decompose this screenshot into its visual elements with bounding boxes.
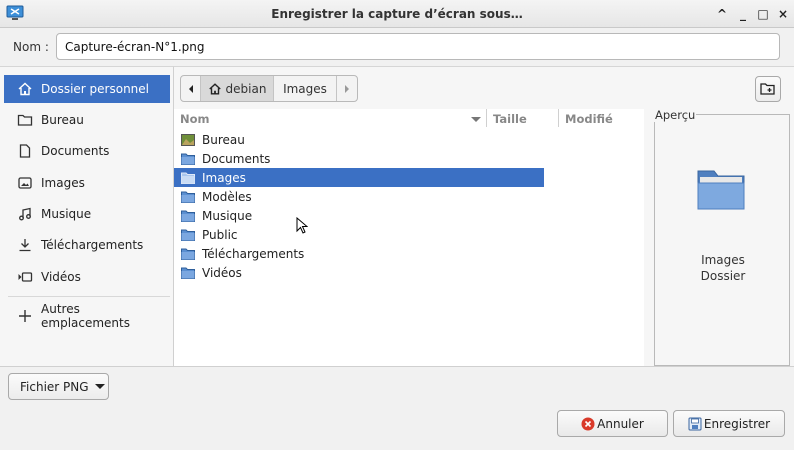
column-divider: [558, 109, 559, 127]
column-header-name[interactable]: Nom: [180, 109, 210, 129]
folder-icon: [181, 172, 195, 184]
save-icon: [688, 417, 702, 430]
sidebar-separator: [8, 296, 170, 297]
file-row-videos[interactable]: Vidéos: [174, 263, 544, 282]
new-folder-icon: [760, 83, 775, 95]
sidebar-item-videos[interactable]: Vidéos: [4, 263, 170, 291]
sidebar-item-documents[interactable]: Documents: [4, 137, 170, 165]
file-name: Public: [202, 227, 238, 242]
dialog-footer: Fichier PNG Annuler Enregistrer: [0, 366, 794, 450]
path-segment-label: debian: [225, 81, 267, 96]
plus-icon: [19, 310, 31, 322]
window-title: Enregistrer la capture d’écran sous…: [271, 7, 523, 21]
column-header-modified[interactable]: Modifié: [565, 109, 613, 129]
preview-filetype: Dossier: [700, 269, 746, 283]
sidebar-item-label: Documents: [41, 144, 110, 158]
chevron-left-icon: [188, 84, 193, 93]
file-row-public[interactable]: Public: [174, 225, 544, 244]
cancel-button[interactable]: Annuler: [557, 410, 668, 437]
save-button[interactable]: Enregistrer: [673, 410, 785, 437]
preview-filename: Images: [701, 253, 745, 267]
download-icon: [19, 239, 31, 252]
preview-panel: Images Dossier: [654, 114, 790, 366]
save-label: Enregistrer: [703, 416, 771, 431]
folder-icon: [181, 229, 195, 241]
file-row-bureau[interactable]: Bureau: [174, 130, 544, 149]
sidebar-item-musique[interactable]: Musique: [4, 200, 170, 228]
path-segment-home[interactable]: debian: [201, 76, 274, 101]
folder-icon: [17, 114, 33, 126]
file-name: Documents: [202, 151, 271, 166]
sidebar-item-label: Musique: [41, 207, 92, 221]
name-label: Nom :: [13, 40, 49, 54]
sidebar-item-home[interactable]: Dossier personnel: [4, 75, 170, 103]
file-type-filter[interactable]: Fichier PNG: [8, 373, 109, 400]
close-button[interactable]: ×: [774, 5, 792, 23]
preview-label: Aperçu: [654, 108, 697, 122]
document-icon: [19, 144, 31, 158]
path-back-button[interactable]: [181, 76, 201, 101]
sidebar-item-label: Images: [41, 176, 85, 190]
filename-input[interactable]: [56, 33, 780, 60]
name-row: Nom :: [0, 28, 794, 66]
large-folder-icon: [697, 170, 745, 210]
sort-descending-icon: [471, 117, 481, 122]
file-name: Bureau: [202, 132, 245, 147]
sidebar-item-label: Autres emplacements: [41, 302, 130, 330]
filter-label: Fichier PNG: [20, 379, 89, 394]
file-name: Musique: [202, 208, 253, 223]
cancel-label: Annuler: [597, 416, 644, 431]
file-name: Téléchargements: [202, 246, 305, 261]
folder-icon: [181, 153, 195, 165]
file-name: Modèles: [202, 189, 252, 204]
places-sidebar: Dossier personnel Bureau Documents Image…: [0, 66, 174, 366]
path-forward-button[interactable]: [337, 76, 357, 101]
file-row-telechargements[interactable]: Téléchargements: [174, 244, 544, 263]
dropdown-caret-icon: [94, 384, 105, 389]
sidebar-item-label: Téléchargements: [41, 238, 144, 252]
shade-button[interactable]: ^: [713, 5, 731, 23]
file-list: Nom Taille Modifié Bureau Documents Imag…: [174, 109, 644, 367]
mouse-cursor-icon: [296, 217, 308, 234]
column-divider: [486, 109, 487, 127]
sidebar-item-other-locations[interactable]: Autres emplacements: [4, 302, 170, 330]
maximize-button[interactable]: □: [754, 5, 772, 23]
file-row-modeles[interactable]: Modèles: [174, 187, 544, 206]
sidebar-item-telechargements[interactable]: Téléchargements: [4, 231, 170, 259]
folder-icon: [181, 248, 195, 260]
desktop-folder-icon: [181, 133, 195, 146]
column-header-size[interactable]: Taille: [493, 109, 527, 129]
path-segment-label: Images: [283, 81, 327, 96]
music-icon: [19, 207, 31, 221]
home-icon: [18, 82, 32, 96]
file-name: Images: [202, 170, 246, 185]
new-folder-button[interactable]: [755, 76, 781, 102]
sidebar-item-label: Vidéos: [41, 270, 81, 284]
cancel-icon: [581, 417, 595, 430]
minimize-button[interactable]: _: [734, 5, 752, 23]
folder-icon: [181, 267, 195, 279]
path-segment-images[interactable]: Images: [274, 76, 337, 101]
video-icon: [18, 272, 33, 282]
image-icon: [18, 177, 32, 189]
file-row-musique[interactable]: Musique: [174, 206, 544, 225]
chevron-right-icon: [345, 84, 349, 93]
folder-icon: [181, 191, 195, 203]
file-row-images[interactable]: Images: [174, 168, 544, 187]
sidebar-item-label: Bureau: [41, 113, 84, 127]
sidebar-item-label: Dossier personnel: [41, 82, 150, 96]
folder-icon: [181, 210, 195, 222]
path-bar: debian Images: [180, 75, 358, 102]
sidebar-item-bureau[interactable]: Bureau: [4, 106, 170, 134]
sidebar-item-images[interactable]: Images: [4, 169, 170, 197]
file-row-documents[interactable]: Documents: [174, 149, 544, 168]
title-bar: Enregistrer la capture d’écran sous… ^ _…: [0, 0, 794, 28]
home-icon: [208, 82, 221, 95]
file-name: Vidéos: [202, 265, 242, 280]
